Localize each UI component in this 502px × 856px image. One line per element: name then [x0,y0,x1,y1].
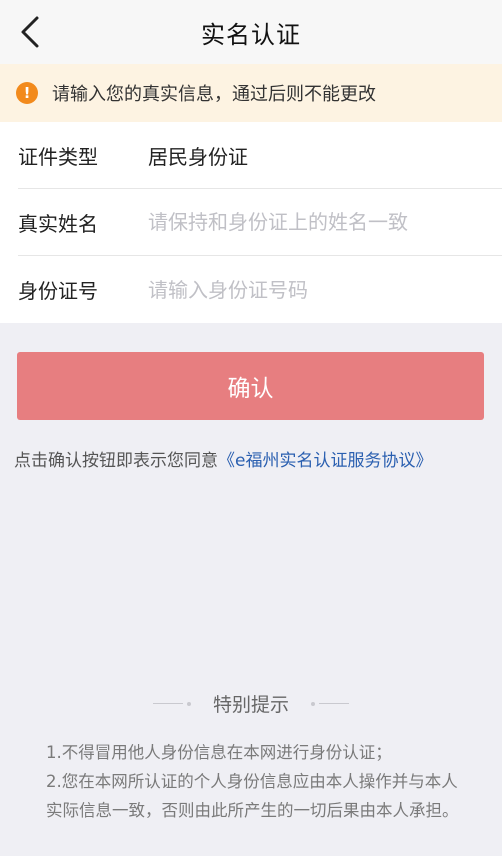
page-title: 实名认证 [201,20,301,49]
tips-line-1: 1.不得冒用他人身份信息在本网进行身份认证； [46,743,392,762]
back-button[interactable] [10,12,50,52]
id-type-row[interactable]: 证件类型 居民身份证 [18,122,502,189]
notice-banner: ! 请输入您的真实信息，通过后则不能更改 [0,64,502,122]
real-name-label: 真实姓名 [18,211,98,236]
confirm-button[interactable]: 确认 [17,352,484,420]
id-number-row: 身份证号 [18,256,502,323]
id-number-label: 身份证号 [18,279,98,303]
divider-dot [186,701,191,706]
notice-text: 请输入您的真实信息，通过后则不能更改 [52,84,376,105]
divider [152,703,183,704]
tips-line-2: 2.您在本网所认证的个人身份信息应由本人操作并与本人实际信息一致，否则由此所产生… [46,772,459,820]
identity-form: 证件类型 居民身份证 真实姓名 身份证号 [0,122,502,323]
divider-dot [311,701,315,706]
agreement-text: 点击确认按钮即表示您同意《e福州实名认证服务协议》 [14,446,432,471]
exclamation-circle-icon: ! [16,82,38,104]
chevron-left-icon [21,16,39,48]
id-number-input[interactable] [148,277,478,302]
id-type-value[interactable]: 居民身份证 [148,141,248,170]
tips-title: 特别提示 [212,694,289,716]
agreement-prefix: 点击确认按钮即表示您同意 [14,451,218,471]
tips-header: 特别提示 [0,690,502,717]
tips-body: 1.不得冒用他人身份信息在本网进行身份认证； 2.您在本网所认证的个人身份信息应… [46,738,466,825]
divider [319,703,349,704]
id-type-label: 证件类型 [18,144,98,169]
real-name-input[interactable] [148,210,478,234]
navbar: 实名认证 [0,0,502,64]
agreement-link[interactable]: 《e福州实名认证服务协议》 [218,451,432,471]
real-name-row: 真实姓名 [18,189,502,256]
